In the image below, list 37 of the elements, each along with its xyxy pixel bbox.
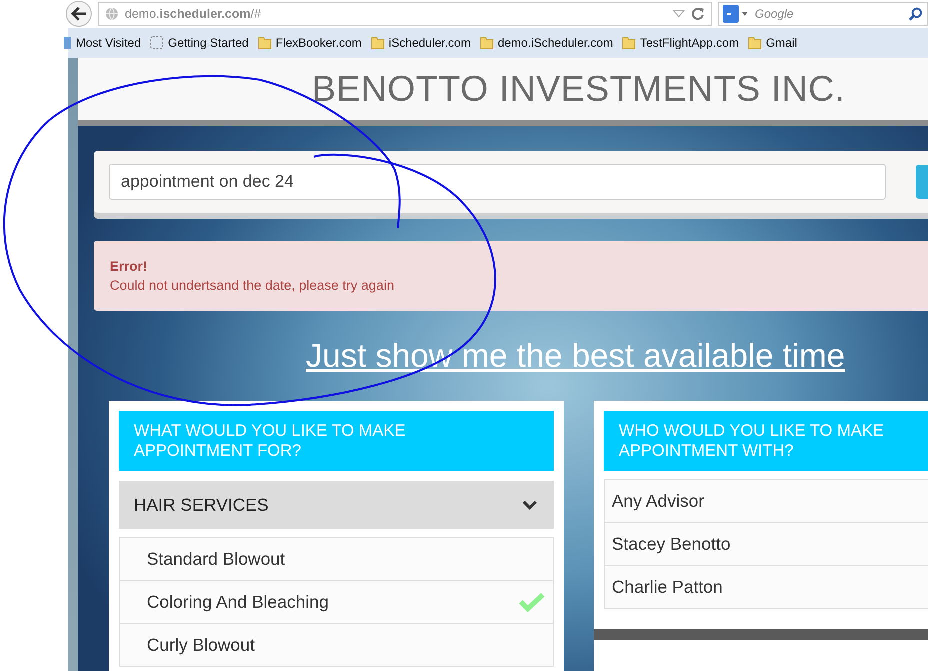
service-item[interactable]: Standard Blowout	[120, 538, 553, 581]
search-field[interactable]: Google	[718, 2, 928, 26]
bookmark-link[interactable]: TestFlightApp.com	[622, 36, 740, 50]
reload-icon[interactable]	[691, 7, 705, 21]
chevron-icon	[522, 499, 538, 511]
alert-title: Error!	[110, 259, 149, 274]
advisor-item[interactable]: Stacey Benotto	[605, 523, 928, 566]
folder-icon	[748, 36, 762, 50]
panel-heading: WHAT WOULD YOU LIKE TO MAKE APPOINTMENT FOR?	[119, 411, 554, 471]
bookmark-link[interactable]: Gmail	[748, 36, 798, 50]
address-bar[interactable]: demo.ischeduler.com/#	[98, 2, 712, 26]
bookmark-folder-icon	[64, 36, 72, 50]
bookmark-link[interactable]: Most Visited	[64, 36, 142, 50]
folder-icon	[258, 36, 272, 50]
back-arrow-icon	[71, 7, 87, 21]
back-button[interactable]	[66, 1, 92, 27]
folder-icon	[480, 36, 494, 50]
alert-message: Could not undertsand the date, please try again	[110, 278, 396, 293]
search-engine-icon[interactable]	[723, 5, 749, 23]
globe-icon	[105, 7, 119, 21]
service-item[interactable]: Curly Blowout	[120, 624, 553, 667]
url-text: demo.ischeduler.com/#	[125, 7, 262, 21]
panel-heading: WHO WOULD YOU LIKE TO MAKE APPOINTMENT WITH?	[604, 411, 928, 471]
bookmark-link[interactable]: FlexBooker.com	[258, 36, 362, 50]
bookmark-link[interactable]: Getting Started	[150, 36, 249, 50]
page-icon	[150, 36, 164, 50]
category-header[interactable]: HAIR SERVICES	[119, 481, 554, 529]
folder-icon	[370, 36, 385, 50]
folder-icon	[622, 36, 636, 50]
search-input[interactable]: appointment on dec 24	[109, 164, 886, 200]
service-item[interactable]: Coloring And Bleaching	[120, 581, 553, 624]
company-title: BENOTTO INVESTMENTS INC.	[312, 68, 846, 110]
bookmark-link[interactable]: iScheduler.com	[370, 36, 471, 50]
advisor-item[interactable]: Charlie Patton	[605, 566, 928, 609]
bookmark-link[interactable]: demo.iScheduler.com	[480, 36, 614, 50]
search-icon[interactable]	[909, 7, 923, 21]
advisor-item[interactable]: Any Advisor	[605, 480, 928, 523]
